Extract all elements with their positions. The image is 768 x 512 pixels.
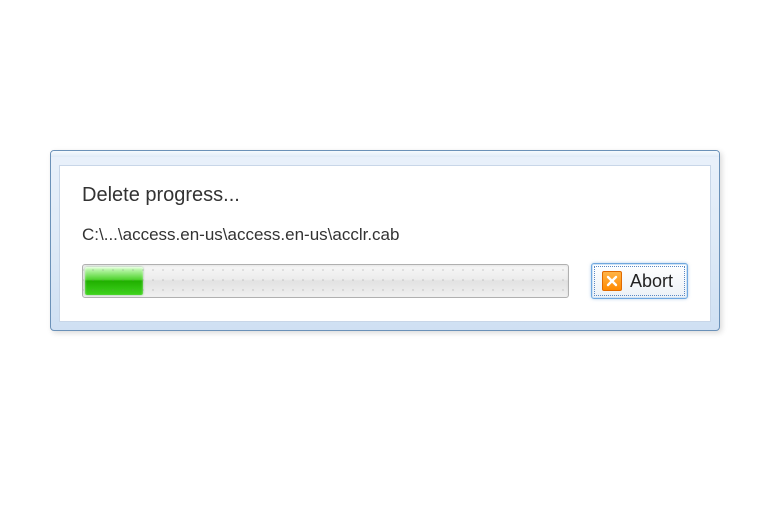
progress-bar: [82, 264, 569, 298]
controls-row: Abort: [82, 263, 688, 299]
progress-fill: [85, 267, 143, 295]
current-file-path: C:\...\access.en-us\access.en-us\acclr.c…: [82, 225, 688, 245]
dialog-titlebar: [51, 151, 719, 157]
close-icon: [602, 271, 622, 291]
progress-dialog: Delete progress... C:\...\access.en-us\a…: [50, 150, 720, 331]
abort-button-label: Abort: [630, 271, 673, 292]
dialog-heading: Delete progress...: [82, 184, 688, 207]
abort-button[interactable]: Abort: [591, 263, 688, 299]
progress-track-texture: [83, 265, 568, 297]
dialog-body: Delete progress... C:\...\access.en-us\a…: [59, 165, 711, 322]
